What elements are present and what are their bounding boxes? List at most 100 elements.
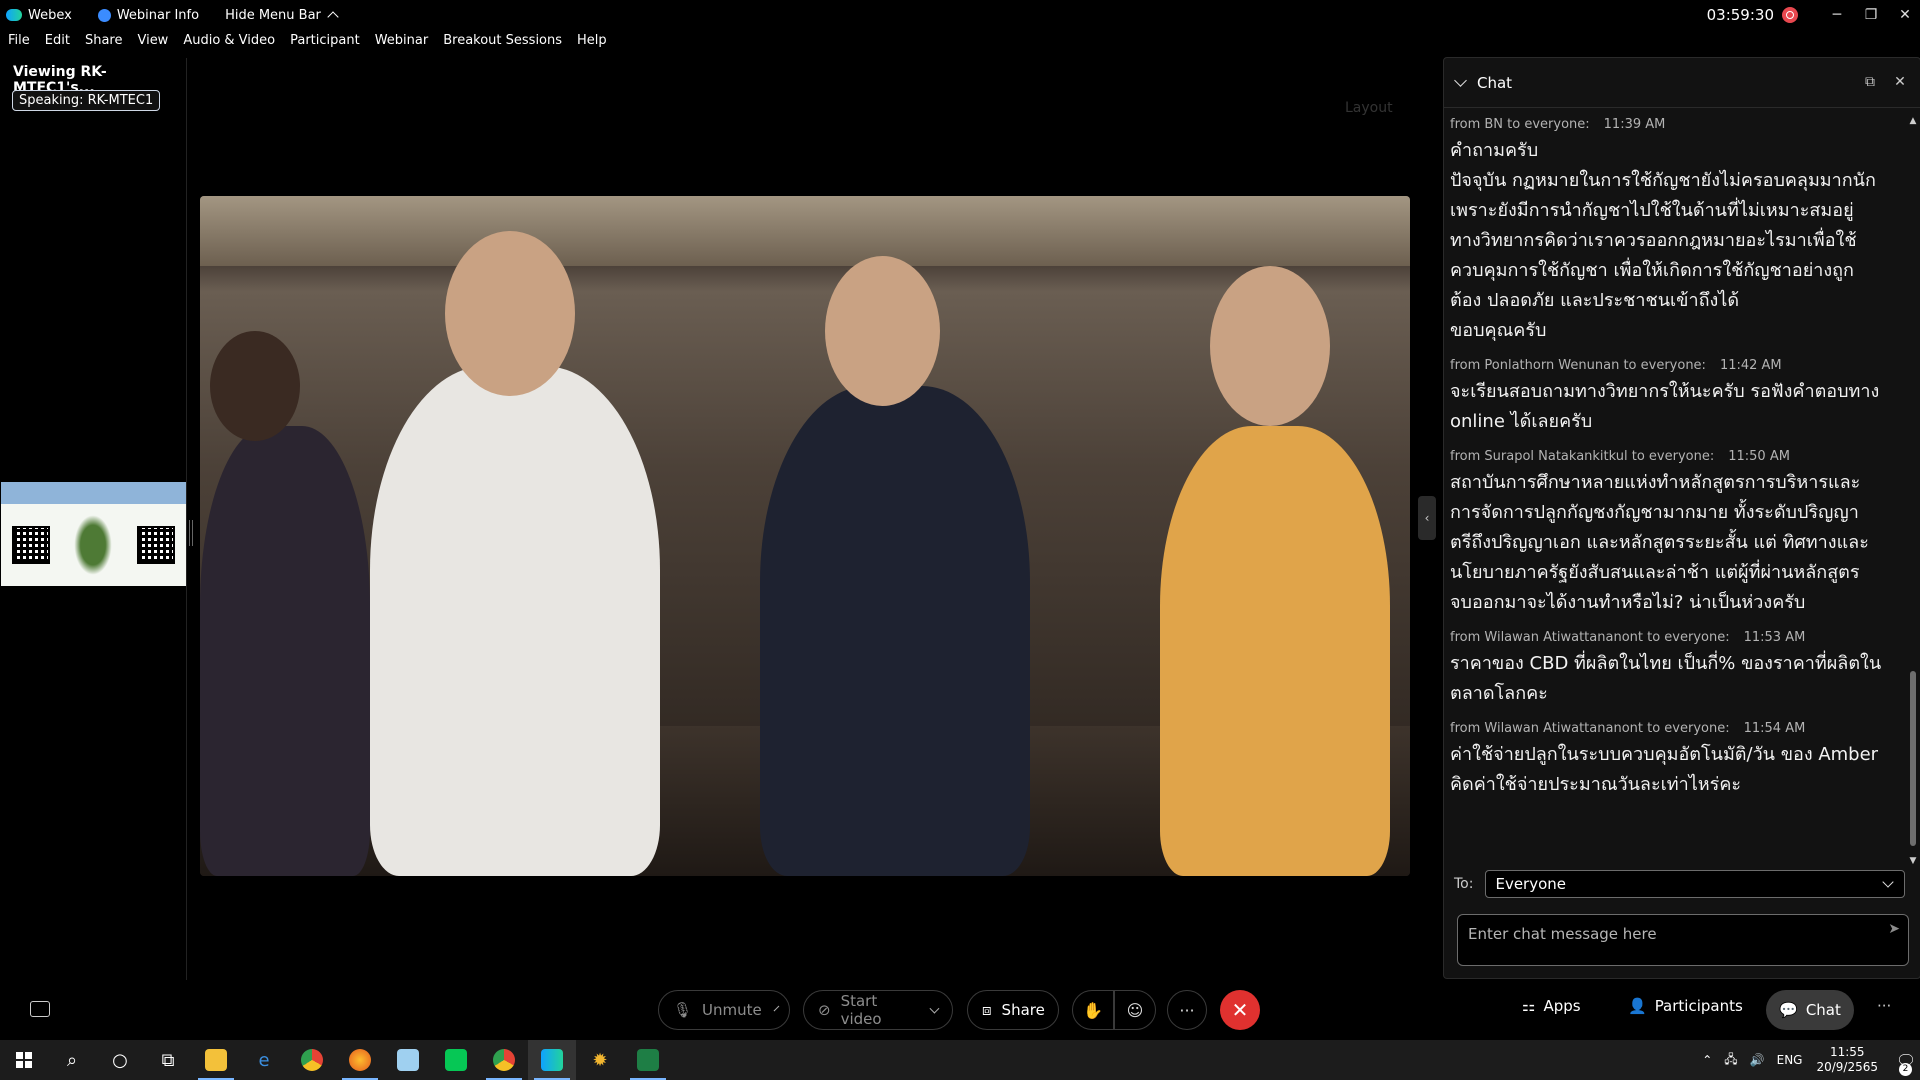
close-icon[interactable]: ✕ (1890, 72, 1910, 92)
chat-message: from Wilawan Atiwattananont to everyone:… (1450, 721, 1901, 800)
message-time: 11:39 AM (1603, 117, 1666, 132)
speaker-2 (370, 366, 660, 876)
send-icon[interactable]: ➤ (1888, 921, 1900, 937)
to-label: To: (1454, 876, 1474, 892)
chat-message: from Surapol Natakankitkul to everyone: 1… (1450, 449, 1901, 618)
language-indicator[interactable]: ENG (1777, 1053, 1803, 1067)
share-screen-icon: ⧈ (982, 1001, 992, 1019)
folder-icon (205, 1049, 227, 1071)
line-app-icon[interactable] (432, 1040, 480, 1080)
speaker-3-head (825, 256, 940, 406)
message-sender: from Wilawan Atiwattananont to everyone: (1450, 721, 1730, 736)
collapse-panel-icon[interactable]: ‹ (1418, 496, 1436, 540)
reactions-button[interactable]: ☺ (1114, 990, 1156, 1030)
chat-title: Chat (1477, 73, 1513, 92)
app-icon[interactable]: ✹ (576, 1040, 624, 1080)
chat-input-box: ➤ (1457, 914, 1909, 966)
system-tray: ⌃ 🖧 🔊 ENG 11:55 20/9/2565 🗨 2 (1696, 1040, 1920, 1080)
start-button[interactable] (0, 1040, 48, 1080)
chrome-logo-icon (493, 1049, 515, 1071)
share-button[interactable]: ⧈ Share (967, 990, 1059, 1030)
hide-menu-bar-button[interactable]: Hide Menu Bar (225, 8, 339, 23)
network-icon[interactable]: 🖧 (1724, 1050, 1737, 1071)
menu-breakout-sessions[interactable]: Breakout Sessions (443, 33, 562, 55)
captions-icon[interactable] (30, 1001, 50, 1017)
more-options-button[interactable]: ··· (1167, 990, 1207, 1030)
cortana-icon[interactable]: ○ (96, 1040, 144, 1080)
menu-audio-video[interactable]: Audio & Video (183, 33, 275, 55)
menu-participant[interactable]: Participant (290, 33, 360, 55)
webex-taskbar-icon[interactable] (528, 1040, 576, 1080)
chevron-down-icon[interactable] (929, 1003, 940, 1013)
raise-hand-button[interactable]: ✋ (1072, 990, 1114, 1030)
chevron-down-icon[interactable] (1454, 74, 1467, 87)
meeting-controls: 🎙 Unmute ⊘ Start video ⧈ Share ✋ ☺ ··· ✕… (0, 985, 1920, 1037)
main-video[interactable] (200, 196, 1410, 876)
chat-header: Chat ⧉ ✕ (1444, 58, 1920, 108)
speaker-2-head (445, 231, 575, 396)
windows-taskbar: ⌕ ○ ⧉ e ✹ ⌃ 🖧 🔊 ENG 11:55 20/9/2565 🗨 2 (0, 1040, 1920, 1080)
chat-message-input[interactable] (1468, 919, 1878, 949)
notes-logo-icon (397, 1049, 419, 1071)
pop-out-icon[interactable]: ⧉ (1860, 72, 1880, 92)
webinar-info-button[interactable]: Webinar Info (97, 8, 199, 23)
task-view-icon[interactable]: ⧉ (144, 1040, 192, 1080)
menu-view[interactable]: View (137, 33, 168, 55)
more-icon[interactable]: ··· (1877, 997, 1891, 1015)
message-meta: from BN to everyone: 11:39 AM (1450, 117, 1901, 132)
message-meta: from Wilawan Atiwattananont to everyone:… (1450, 721, 1901, 736)
recipient-select[interactable]: Everyone (1485, 870, 1906, 898)
shared-content-thumbnail[interactable] (1, 482, 186, 586)
thumbnail-header (1, 482, 186, 504)
panel-resize-handle[interactable] (189, 520, 193, 546)
menu-share[interactable]: Share (85, 33, 123, 55)
apps-button[interactable]: ⚏ Apps (1522, 997, 1581, 1015)
participants-label: Participants (1654, 997, 1743, 1015)
scrollbar-thumb[interactable] (1910, 671, 1916, 846)
chevron-down-icon[interactable] (773, 1005, 780, 1011)
notification-center-button[interactable]: 🗨 2 (1890, 1051, 1920, 1076)
file-explorer-icon[interactable] (192, 1040, 240, 1080)
message-meta: from Wilawan Atiwattananont to everyone:… (1450, 630, 1901, 645)
message-text: ค่าใช้จ่ายปลูกในระบบควบคุมอัตโนมัติ/วัน … (1450, 744, 1879, 795)
edge-legacy-icon[interactable]: e (240, 1040, 288, 1080)
unmute-button[interactable]: 🎙 Unmute (658, 990, 790, 1030)
clock-date: 20/9/2565 (1816, 1060, 1878, 1074)
speaker-4 (1160, 426, 1390, 876)
volume-icon[interactable]: 🔊 (1750, 1053, 1765, 1067)
scroll-down-icon[interactable]: ▼ (1908, 856, 1918, 866)
layout-button[interactable]: Layout (1345, 100, 1393, 116)
info-icon (97, 8, 111, 22)
menu-edit[interactable]: Edit (45, 33, 70, 55)
chrome-profile-icon[interactable] (480, 1040, 528, 1080)
recipient-value: Everyone (1495, 875, 1567, 893)
clock[interactable]: 11:55 20/9/2565 (1816, 1045, 1878, 1075)
chat-toggle-button[interactable]: 💬 Chat (1766, 990, 1854, 1030)
chat-scrollbar[interactable]: ▲ ▼ (1908, 116, 1918, 866)
firefox-icon[interactable] (336, 1040, 384, 1080)
apps-label: Apps (1543, 997, 1581, 1015)
webex-app-label[interactable]: Webex (6, 8, 72, 23)
menu-file[interactable]: File (8, 33, 30, 55)
minimize-icon[interactable]: ─ (1822, 0, 1852, 30)
chat-message: from Wilawan Atiwattananont to everyone:… (1450, 630, 1901, 709)
chevron-up-icon[interactable]: ⌃ (1702, 1053, 1712, 1067)
excel-icon[interactable] (624, 1040, 672, 1080)
message-text: สถาบันการศึกษาหลายแห่งทำหลักสูตรการบริหา… (1450, 472, 1869, 613)
chat-messages[interactable]: from BN to everyone: 11:39 AM คำถามครับ ป… (1444, 109, 1906, 863)
search-icon[interactable]: ⌕ (48, 1040, 96, 1080)
recording-icon[interactable] (1782, 7, 1798, 23)
notes-app-icon[interactable] (384, 1040, 432, 1080)
menu-help[interactable]: Help (577, 33, 607, 55)
chrome-icon[interactable] (288, 1040, 336, 1080)
participants-button[interactable]: 👤 Participants (1628, 997, 1743, 1015)
close-window-icon[interactable]: ✕ (1890, 0, 1920, 30)
share-label: Share (1001, 1001, 1045, 1019)
app-name: Webex (28, 7, 72, 23)
start-video-button[interactable]: ⊘ Start video (803, 990, 953, 1030)
leave-meeting-button[interactable]: ✕ (1220, 990, 1260, 1030)
menu-webinar[interactable]: Webinar (375, 33, 429, 55)
close-icon: ✕ (1231, 998, 1249, 1022)
restore-icon[interactable]: ❐ (1856, 0, 1886, 30)
scroll-up-icon[interactable]: ▲ (1908, 116, 1918, 126)
